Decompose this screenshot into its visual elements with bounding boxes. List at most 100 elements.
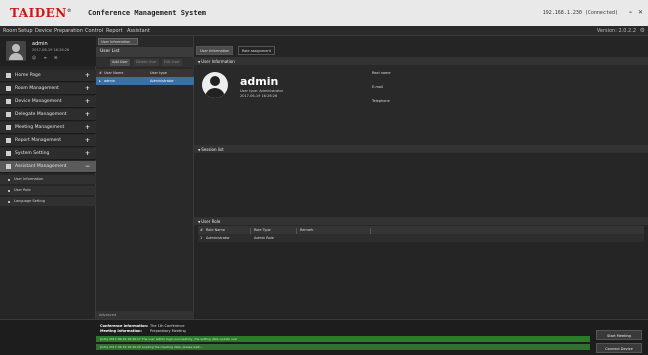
assistant-icon <box>6 164 11 169</box>
col-role-name[interactable]: Role Name <box>206 228 225 232</box>
advanced-toggle[interactable]: Advanced <box>96 311 194 319</box>
expand-icon: + <box>84 111 90 118</box>
sidebar-item-label: Device Management <box>15 99 62 104</box>
log-line: [Info] 2017-06-19 16:26:17 The user admi… <box>96 336 590 342</box>
tab-role-assignment[interactable]: Role assignment <box>238 46 276 55</box>
connect-device-button[interactable]: Connect Device <box>596 343 642 353</box>
taiden-logo: TAIDEN® <box>10 6 72 20</box>
edit-user-button[interactable]: Edit User <box>162 59 182 66</box>
sidebar-subitem-language[interactable]: Language Setting <box>0 197 96 206</box>
detail-tabs: User Information Role assignment <box>194 46 648 55</box>
app-title: Conference Management System <box>88 9 207 17</box>
sidebar-item-home[interactable]: Home Page + <box>0 70 96 82</box>
brand-text: TAIDEN <box>10 6 67 20</box>
sidebar-subitem-label: Language Setting <box>14 199 45 203</box>
table-row[interactable]: 1 Administrator Admin Role <box>198 234 644 242</box>
expand-icon: + <box>84 137 90 144</box>
session-list-area <box>194 154 648 216</box>
sidebar-item-label: Delegate Management <box>15 112 67 117</box>
table-row[interactable]: ▸ admin Administrator <box>96 77 194 85</box>
connection-status: 192.168.1.230 (Connected) <box>542 10 618 16</box>
sidebar-item-label: Meeting Management <box>15 125 65 130</box>
profile-card: admin User type: Administrator 2017-06-1… <box>194 65 648 145</box>
col-marker: # <box>99 71 102 75</box>
settings-icon[interactable]: ⚙ <box>640 27 645 34</box>
user-avatar-icon <box>202 72 228 98</box>
profile-name: admin <box>240 75 279 88</box>
sidebar: admin 2017-06-19 16:26:26 ☺ ≡ ✉ Home Pag… <box>0 36 96 355</box>
sidebar-subitem-label: User Information <box>14 177 44 181</box>
sidebar-item-assistant[interactable]: Assistant Management − <box>0 161 96 173</box>
device-icon <box>6 99 11 104</box>
user-name: admin <box>32 41 48 47</box>
sidebar-item-label: Report Management <box>15 138 61 143</box>
col-remark[interactable]: Remark <box>300 228 313 232</box>
sidebar-subitem-user-info[interactable]: User Information <box>0 175 96 184</box>
system-icon <box>6 151 11 156</box>
user-grid-header: # User Name User type <box>96 69 194 77</box>
delegate-icon <box>6 112 11 117</box>
expand-icon: + <box>84 72 90 79</box>
sidebar-item-label: Home Page <box>15 73 41 78</box>
sidebar-item-room[interactable]: Room Management + <box>0 83 96 95</box>
profile-time: 2017-06-19 16:26:26 <box>240 94 278 98</box>
version-label: Version: 2.0.2.2 <box>596 28 636 34</box>
log-line: [Info] 2017-06-19 16:26:20 Loading the m… <box>96 344 590 350</box>
bullet-icon <box>8 189 10 192</box>
report-icon <box>6 138 11 143</box>
room-icon <box>6 86 11 91</box>
col-user-name[interactable]: User Name <box>104 71 123 75</box>
brand-mark: ® <box>66 8 73 14</box>
tab-user-info[interactable]: User Information <box>196 46 234 55</box>
user-login-time: 2017-06-19 16:26:26 <box>32 48 70 52</box>
bullet-icon <box>8 178 10 181</box>
status-bar: Conference Information: The 1th Conferen… <box>0 319 648 355</box>
col-marker: # <box>200 228 203 232</box>
menu-setup[interactable]: Setup <box>18 28 33 34</box>
sidebar-item-delegate[interactable]: Delegate Management + <box>0 109 96 121</box>
field-real-name: Real name <box>372 71 391 75</box>
user-tool-icons[interactable]: ☺ ≡ ✉ <box>32 55 60 60</box>
sidebar-subitem-user-role[interactable]: User Role <box>0 186 96 195</box>
avatar <box>6 41 26 61</box>
expand-icon: + <box>84 124 90 131</box>
sidebar-item-system[interactable]: System Setting + <box>0 148 96 160</box>
section-user-role[interactable]: User Role <box>194 217 648 225</box>
role-grid-header: # Role Name Role Type Remark <box>198 226 644 236</box>
row-marker: ▸ <box>99 79 101 83</box>
menu-control[interactable]: Control <box>85 28 103 34</box>
field-telephone: Telephone <box>372 99 390 103</box>
collapse-icon: − <box>84 163 90 170</box>
sidebar-item-label: System Setting <box>15 151 50 156</box>
menu-device[interactable]: Device <box>35 28 52 34</box>
expand-icon: + <box>84 85 90 92</box>
conference-value: The 1th Conference <box>150 324 185 328</box>
menu-room[interactable]: Room <box>3 28 17 34</box>
menu-assistant[interactable]: Assistant <box>127 28 150 34</box>
section-session-list[interactable]: Session list <box>194 145 648 153</box>
cell-role-name: Administrator <box>206 236 230 240</box>
delete-user-button[interactable]: Delete User <box>134 59 159 66</box>
meeting-value: Preparatory Meeting <box>150 329 186 333</box>
profile-type: User type: Administrator <box>240 89 284 93</box>
sidebar-item-report[interactable]: Report Management + <box>0 135 96 147</box>
sidebar-item-device[interactable]: Device Management + <box>0 96 96 108</box>
cell-role-type: Admin Role <box>254 236 274 240</box>
user-list-heading: User List <box>96 47 194 57</box>
meeting-label: Meeting Information: <box>100 329 142 333</box>
sidebar-item-meeting[interactable]: Meeting Management + <box>0 122 96 134</box>
tab-user-information[interactable]: User Information <box>98 38 138 45</box>
add-user-button[interactable]: Add User <box>110 59 130 66</box>
menu-report[interactable]: Report <box>106 28 123 34</box>
sidebar-item-label: Assistant Management <box>15 164 67 169</box>
col-role-type[interactable]: Role Type <box>254 228 271 232</box>
minimize-icon[interactable]: – <box>629 9 632 16</box>
section-user-information[interactable]: User Information <box>194 57 648 65</box>
close-icon[interactable]: ✕ <box>638 9 643 16</box>
sidebar-subitem-label: User Role <box>14 188 31 192</box>
expand-icon: + <box>84 98 90 105</box>
start-meeting-button[interactable]: Start Meeting <box>596 330 642 340</box>
menu-bar: Room Setup Device Preparation Control Re… <box>0 26 648 36</box>
menu-preparation[interactable]: Preparation <box>54 28 83 34</box>
col-user-type[interactable]: User type <box>150 71 167 75</box>
